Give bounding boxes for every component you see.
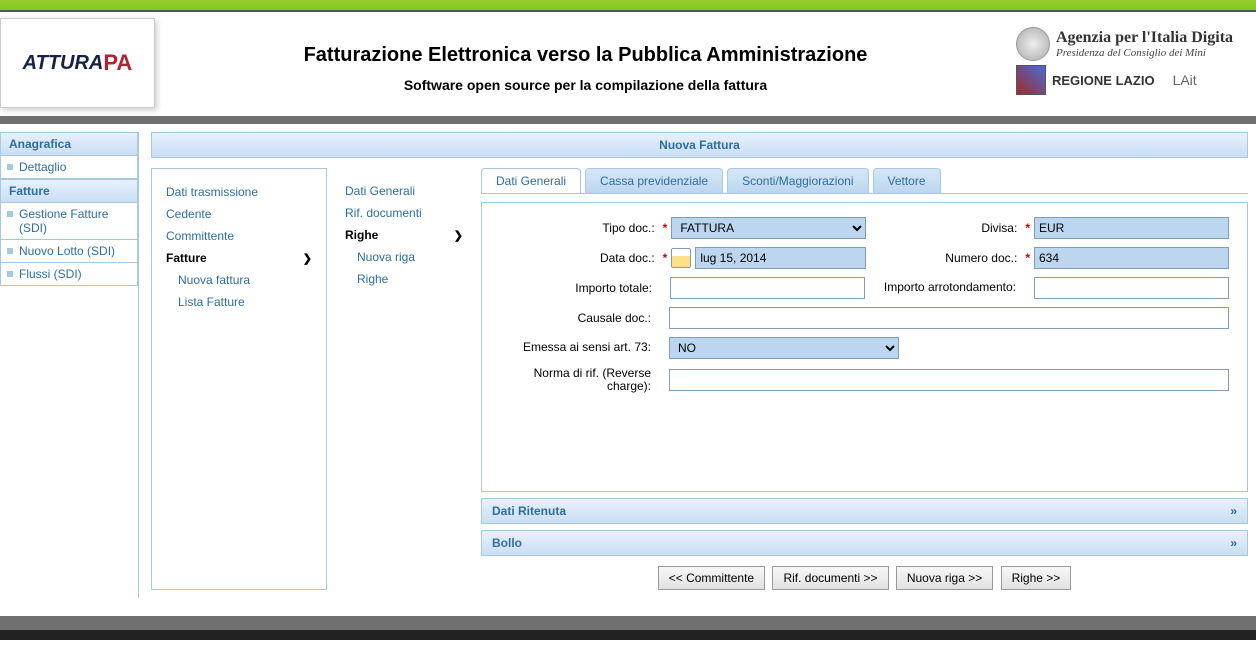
accordion-label: Bollo [492, 536, 522, 550]
nav1-fatture-label: Fatture [166, 251, 207, 265]
tipo-doc-select[interactable]: FATTURA [671, 217, 866, 239]
footer-buttons: << Committente Rif. documenti >> Nuova r… [481, 566, 1248, 590]
emessa-select[interactable]: NO [669, 337, 899, 359]
expand-icon: » [1230, 536, 1237, 550]
accordion-label: Dati Ritenuta [492, 504, 566, 518]
nav2-dati-generali[interactable]: Dati Generali [345, 180, 463, 202]
tab-vettore[interactable]: Vettore [873, 168, 941, 193]
nav2-righe-sub[interactable]: Righe [345, 268, 463, 290]
footer-grey-bar [0, 616, 1256, 630]
label-emessa: Emessa ai sensi art. 73: [500, 341, 655, 354]
label-importo-totale: Importo totale: [501, 281, 656, 295]
required-icon: * [1021, 221, 1034, 235]
form-area: Tipo doc.: * FATTURA Divisa: * Data doc. [481, 202, 1248, 492]
nav1-dati-trasmissione[interactable]: Dati trasmissione [166, 181, 312, 203]
data-doc-input[interactable] [695, 247, 866, 269]
numero-doc-input[interactable] [1034, 247, 1229, 269]
required-icon: * [659, 221, 672, 235]
top-green-bar [0, 0, 1256, 12]
prev-committente-button[interactable]: << Committente [658, 566, 765, 590]
italy-emblem-icon [1016, 27, 1050, 61]
sidebar-section-fatture: Fatture [0, 179, 138, 203]
left-sidebar: Anagrafica Dettaglio Fatture Gestione Fa… [0, 132, 139, 598]
label-tipo-doc: Tipo doc.: [504, 221, 659, 235]
form-panel: Dati Generali Cassa previdenziale Sconti… [481, 168, 1248, 590]
tab-dati-generali[interactable]: Dati Generali [481, 168, 581, 193]
chevron-down-icon: ❯ [454, 229, 463, 242]
content-area: Nuova Fattura Dati trasmissione Cedente … [139, 124, 1256, 598]
lait-logo: LAit [1173, 72, 1197, 88]
chevron-down-icon: ❯ [303, 252, 312, 265]
label-norma: Norma di rif. (Reverse charge): [500, 367, 655, 393]
footer-black-bar [0, 630, 1256, 640]
agency-name: Agenzia per l'Italia Digita [1056, 29, 1233, 47]
tab-cassa-previdenziale[interactable]: Cassa previdenziale [585, 168, 723, 193]
nav1-lista-fatture[interactable]: Lista Fatture [166, 291, 312, 313]
region-text: REGIONE LAZIO [1052, 73, 1155, 88]
nav2-nuova-riga[interactable]: Nuova riga [345, 246, 463, 268]
accordion-dati-ritenuta[interactable]: Dati Ritenuta » [481, 498, 1248, 524]
nav1-committente[interactable]: Committente [166, 225, 312, 247]
sidebar-item-flussi[interactable]: Flussi (SDI) [0, 263, 138, 286]
tab-strip: Dati Generali Cassa previdenziale Sconti… [481, 168, 1248, 194]
nav1-fatture[interactable]: Fatture ❯ [166, 247, 312, 269]
calendar-icon[interactable] [671, 248, 691, 268]
logo-suffix: PA [103, 50, 132, 76]
separator-bar [0, 116, 1256, 124]
label-numero-doc: Numero doc.: [866, 251, 1021, 265]
norma-input[interactable] [669, 369, 1229, 391]
required-icon: * [659, 251, 672, 265]
nav1-nuova-fattura[interactable]: Nuova fattura [166, 269, 312, 291]
sidebar-item-gestione-fatture[interactable]: Gestione Fatture (SDI) [0, 203, 138, 240]
next-rif-documenti-button[interactable]: Rif. documenti >> [772, 566, 888, 590]
nav1-cedente[interactable]: Cedente [166, 203, 312, 225]
sidebar-item-dettaglio[interactable]: Dettaglio [0, 156, 138, 179]
importo-arrotondamento-input[interactable] [1034, 277, 1229, 299]
sidebar-section-anagrafica: Anagrafica [0, 132, 138, 156]
page-subtitle: Software open source per la compilazione… [155, 77, 1016, 93]
content-title: Nuova Fattura [151, 132, 1248, 158]
next-nuova-riga-button[interactable]: Nuova riga >> [896, 566, 993, 590]
logo-text: ATTURA [23, 52, 104, 75]
page-title: Fatturazione Elettronica verso la Pubbli… [155, 44, 1016, 67]
required-icon: * [1021, 251, 1034, 265]
nav2-rif-documenti[interactable]: Rif. documenti [345, 202, 463, 224]
causale-input[interactable] [669, 307, 1229, 329]
header-center: Fatturazione Elettronica verso la Pubbli… [155, 34, 1016, 93]
label-causale: Causale doc.: [500, 311, 655, 325]
regione-lazio-icon [1016, 65, 1046, 95]
label-divisa: Divisa: [866, 221, 1021, 235]
wizard-nav-2: Dati Generali Rif. documenti Righe ❯ Nuo… [339, 168, 469, 590]
label-importo-arr: Importo arrotondamento: [865, 281, 1020, 294]
divisa-input[interactable] [1034, 217, 1229, 239]
next-righe-button[interactable]: Righe >> [1001, 566, 1072, 590]
nav2-righe-label: Righe [345, 228, 378, 242]
expand-icon: » [1230, 504, 1237, 518]
header: ATTURAPA Fatturazione Elettronica verso … [0, 12, 1256, 116]
tab-sconti-maggiorazioni[interactable]: Sconti/Maggiorazioni [727, 168, 868, 193]
nav2-righe[interactable]: Righe ❯ [345, 224, 463, 246]
label-data-doc: Data doc.: [504, 251, 659, 265]
sidebar-item-nuovo-lotto[interactable]: Nuovo Lotto (SDI) [0, 240, 138, 263]
agency-subtitle: Presidenza del Consiglio dei Mini [1056, 47, 1233, 59]
logo-fatturapa: ATTURAPA [0, 18, 155, 108]
wizard-nav-1: Dati trasmissione Cedente Committente Fa… [151, 168, 327, 590]
header-right: Agenzia per l'Italia Digita Presidenza d… [1016, 27, 1246, 99]
accordion-bollo[interactable]: Bollo » [481, 530, 1248, 556]
importo-totale-input[interactable] [670, 277, 865, 299]
